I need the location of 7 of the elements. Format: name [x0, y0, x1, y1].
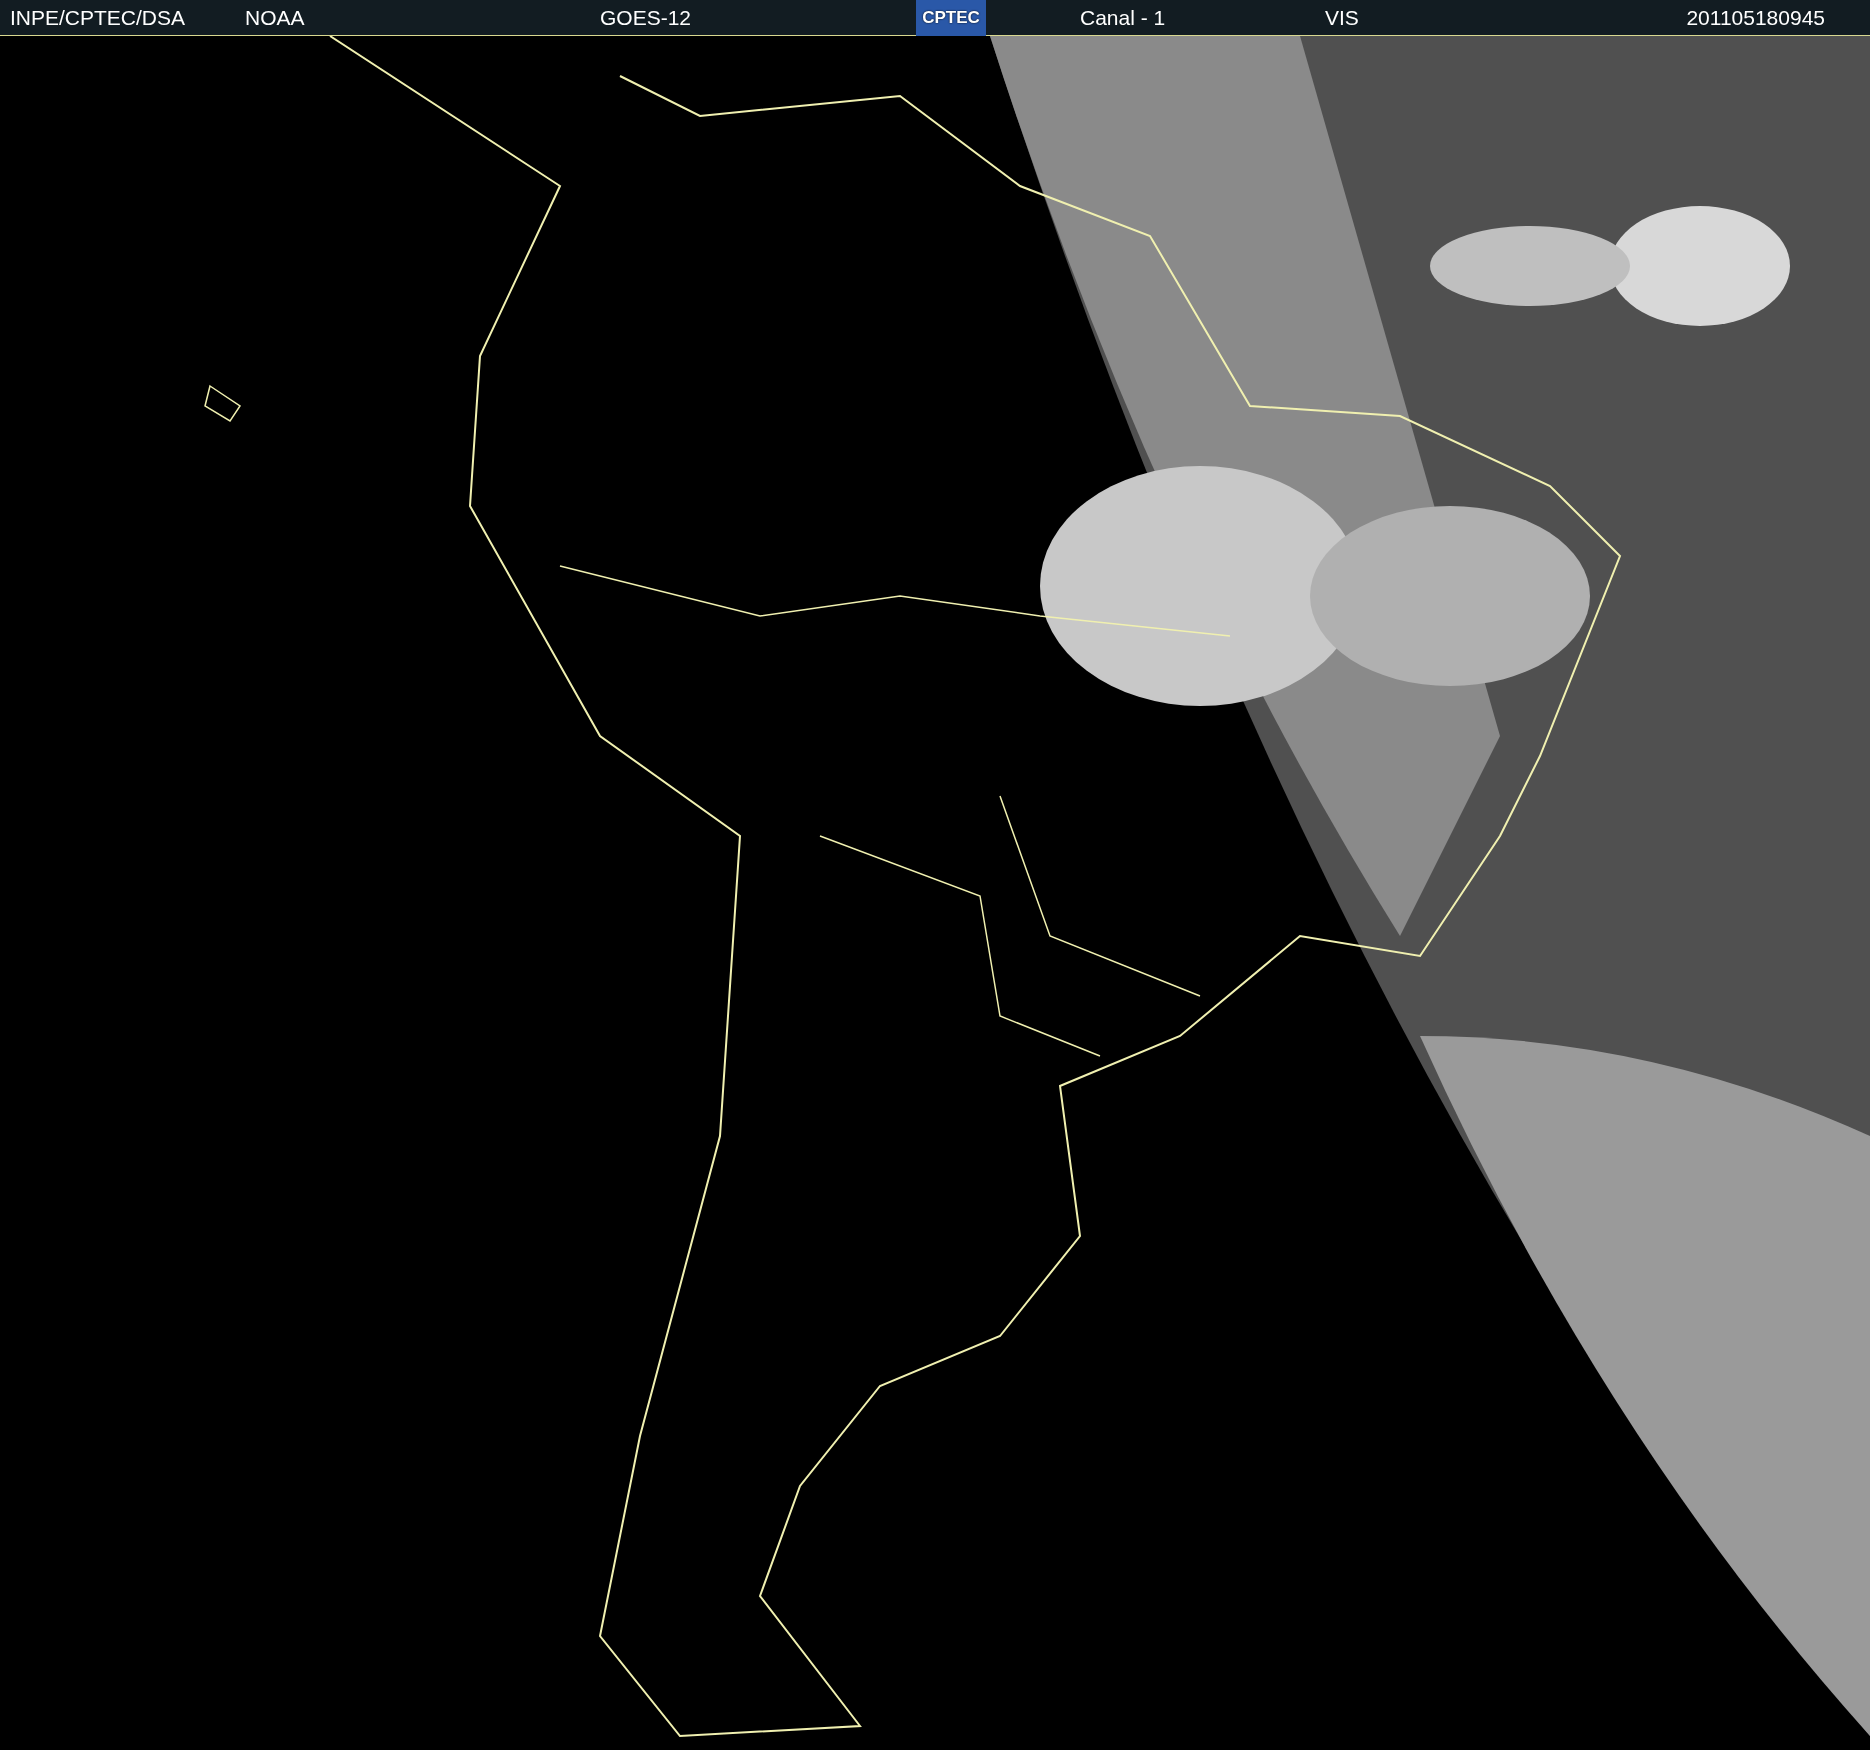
timestamp-label: 201105180945	[1686, 5, 1825, 29]
band-label: VIS	[1325, 5, 1359, 29]
satellite-label: GOES-12	[600, 5, 692, 29]
logo: CPTEC	[916, 0, 986, 36]
channel-label: Canal - 1	[1080, 5, 1166, 29]
agency-label: NOAA	[245, 5, 305, 29]
source-label: INPE/CPTEC/DSA	[10, 5, 186, 29]
